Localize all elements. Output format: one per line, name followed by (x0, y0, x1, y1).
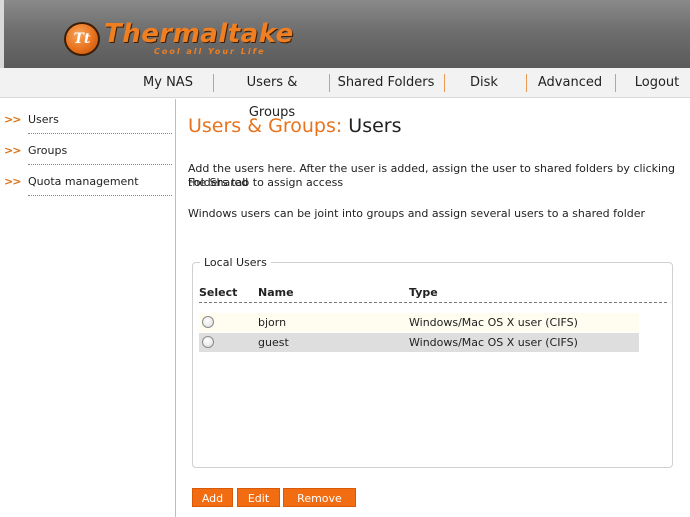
divider (28, 195, 172, 196)
user-name: bjorn (258, 316, 287, 329)
page-title-subsection: Users (348, 115, 402, 137)
user-name: guest (258, 336, 289, 349)
nav-my-nas[interactable]: My NAS (138, 68, 198, 98)
brand-tagline: Cool all Your Life (154, 47, 266, 56)
brand-logo-icon: Tt (64, 22, 100, 56)
select-radio[interactable] (202, 316, 214, 328)
nav-shared-folders[interactable]: Shared Folders (336, 68, 436, 98)
sidebar-item-quota-management[interactable]: >> Quota management (4, 161, 172, 196)
nav-users-groups[interactable]: Users & Groups (222, 68, 322, 120)
nav-disk[interactable]: Disk (460, 68, 508, 98)
sidebar-item-users[interactable]: >> Users (4, 99, 172, 134)
sidebar-item-groups[interactable]: >> Groups (4, 130, 172, 165)
local-users-legend: Local Users (200, 256, 271, 269)
sidebar-item-label: Quota management (28, 175, 139, 188)
column-header-select: Select (199, 286, 238, 299)
nav-separator (615, 74, 616, 92)
header-divider (199, 302, 667, 303)
description-line: Folders tab to assign access (188, 176, 344, 189)
remove-button[interactable]: Remove (283, 488, 356, 507)
table-row[interactable]: bjorn Windows/Mac OS X user (CIFS) (199, 313, 639, 332)
nav-separator (213, 74, 214, 92)
double-arrow-icon: >> (4, 113, 21, 126)
select-radio[interactable] (202, 336, 214, 348)
top-nav: My NAS Users & Groups Shared Folders Dis… (0, 68, 690, 120)
column-header-type: Type (409, 286, 438, 299)
brand-name: Thermaltake (104, 19, 294, 49)
edit-button[interactable]: Edit (237, 488, 280, 507)
header-banner: Tt Thermaltake Cool all Your Life (0, 0, 690, 68)
sidebar-item-label: Groups (28, 144, 68, 157)
page-title: Users & Groups: Users (188, 115, 402, 137)
nav-separator (329, 74, 330, 92)
sidebar: >> Users >> Groups >> Quota management (0, 99, 176, 517)
sidebar-item-label: Users (28, 113, 59, 126)
add-button[interactable]: Add (192, 488, 233, 507)
table-row[interactable]: guest Windows/Mac OS X user (CIFS) (199, 333, 639, 352)
nav-logout[interactable]: Logout (630, 68, 684, 98)
double-arrow-icon: >> (4, 144, 21, 157)
nav-advanced[interactable]: Advanced (535, 68, 605, 98)
page-title-section: Users & Groups: (188, 115, 343, 137)
nav-separator (526, 74, 527, 92)
description-groups: Windows users can be joint into groups a… (188, 207, 646, 220)
column-header-name: Name (258, 286, 294, 299)
user-type: Windows/Mac OS X user (CIFS) (409, 336, 578, 349)
nav-separator (444, 74, 445, 92)
user-type: Windows/Mac OS X user (CIFS) (409, 316, 578, 329)
double-arrow-icon: >> (4, 175, 21, 188)
